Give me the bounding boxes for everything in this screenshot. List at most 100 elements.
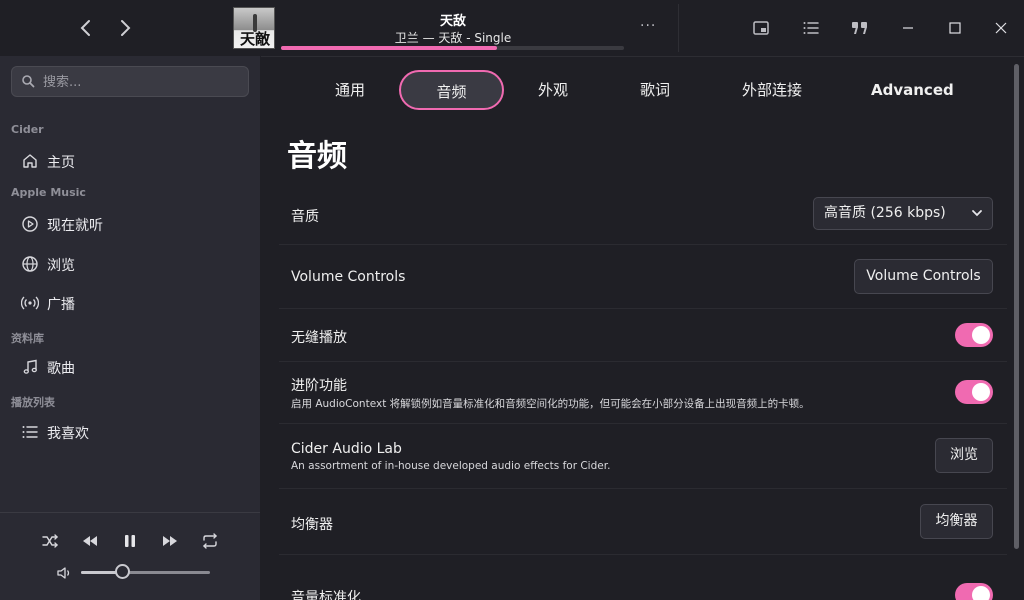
setting-row-audio-lab: Cider Audio Lab An assortment of in-hous… [279, 424, 1007, 489]
page-title: 音频 [287, 139, 347, 174]
lyrics-button[interactable] [850, 18, 870, 38]
miniplayer-button[interactable] [751, 18, 771, 38]
window-maximize-button[interactable] [940, 14, 970, 42]
top-bar: 天敵 天敌 卫兰 — 天敌 - Single ··· [0, 0, 1024, 56]
sidebar-item-listen-now[interactable]: 现在就听 [11, 208, 249, 240]
sidebar-item-label: 浏览 [47, 258, 75, 274]
volume-slider-thumb[interactable] [115, 564, 131, 579]
tab-connectivity[interactable]: 外部连接 [738, 70, 806, 110]
section-cider: Cider [11, 123, 44, 136]
sidebar-item-browse[interactable]: 浏览 [11, 248, 249, 280]
forward-button[interactable] [113, 14, 137, 42]
playback-controls [0, 512, 260, 600]
chevron-down-icon [971, 198, 983, 241]
globe-icon [22, 256, 38, 272]
settings-tabs: 通用 音频 外观 歌词 外部连接 Advanced [261, 70, 1011, 112]
sidebar-item-songs[interactable]: 歌曲 [11, 351, 249, 383]
next-button[interactable] [160, 531, 180, 551]
main-top-border [261, 56, 1024, 57]
setting-title: 进阶功能 [291, 378, 347, 394]
setting-row-seamless: 无缝播放 [279, 309, 1007, 362]
setting-title: Volume Controls [291, 269, 406, 285]
minimize-icon [903, 27, 913, 29]
track-subtitle[interactable]: 卫兰 — 天敌 - Single [228, 29, 678, 46]
sidebar-item-label: 现在就听 [47, 218, 103, 234]
play-circle-icon [22, 216, 38, 232]
setting-title: Cider Audio Lab [291, 441, 402, 457]
back-button[interactable] [74, 14, 98, 42]
setting-row-equalizer: 均衡器 均衡器 [279, 489, 1007, 555]
audio-lab-browse-button[interactable]: 浏览 [935, 438, 993, 473]
track-title[interactable]: 天敌 [228, 10, 678, 29]
radio-icon [21, 296, 39, 310]
setting-row-volume-controls: Volume Controls Volume Controls [279, 245, 1007, 309]
section-playlists: 播放列表 [11, 396, 55, 409]
quote-icon [852, 22, 867, 34]
tab-appearance[interactable]: 外观 [535, 70, 571, 110]
quality-select[interactable]: 高音质 (256 kbps) [813, 197, 993, 230]
setting-row-normalization: 音量标准化 [279, 555, 1007, 600]
progress-bar[interactable] [281, 46, 624, 50]
setting-description: 启用 AudioContext 将解锁例如音量标准化和音频空间化的功能，但可能会… [291, 398, 810, 410]
sidebar-item-radio[interactable]: 广播 [11, 287, 249, 319]
miniplayer-icon [753, 21, 769, 35]
setting-description: An assortment of in-house developed audi… [291, 460, 611, 472]
rewind-icon [83, 536, 97, 546]
sidebar-item-label: 歌曲 [47, 361, 75, 377]
window-close-button[interactable] [986, 14, 1016, 42]
tab-lyrics[interactable]: 歌词 [637, 70, 673, 110]
repeat-icon [203, 533, 217, 549]
pause-button[interactable] [120, 531, 140, 551]
more-button[interactable]: ··· [640, 18, 656, 34]
sidebar-item-label: 我喜欢 [47, 426, 89, 442]
tab-audio[interactable]: 音频 [399, 70, 504, 110]
sidebar: Cider 主页 Apple Music 现在就听 浏览 广播 资料库 歌曲 播… [0, 56, 260, 600]
equalizer-button[interactable]: 均衡器 [920, 504, 993, 539]
advanced-toggle[interactable] [955, 380, 993, 404]
list-icon [803, 22, 819, 34]
volume-slider[interactable] [81, 571, 210, 574]
pause-icon [125, 535, 135, 547]
toggle-knob [972, 383, 990, 401]
music-note-icon [23, 359, 37, 374]
seamless-toggle[interactable] [955, 323, 993, 347]
volume-icon[interactable] [55, 564, 73, 582]
section-library: 资料库 [11, 332, 44, 345]
search-box[interactable] [11, 66, 249, 97]
sidebar-item-label: 主页 [47, 155, 75, 171]
queue-button[interactable] [801, 18, 821, 38]
maximize-icon [949, 22, 961, 34]
sidebar-item-label: 广播 [47, 297, 75, 313]
search-icon [22, 75, 35, 88]
playlist-icon [22, 426, 38, 438]
toggle-knob [972, 586, 990, 600]
normalization-toggle[interactable] [955, 583, 993, 600]
shuffle-button[interactable] [40, 531, 60, 551]
sidebar-item-home[interactable]: 主页 [11, 145, 249, 177]
fast-forward-icon [163, 536, 177, 546]
repeat-button[interactable] [200, 531, 220, 551]
search-input[interactable] [43, 72, 243, 92]
volume-controls-button[interactable]: Volume Controls [854, 259, 993, 294]
setting-title: 无缝播放 [291, 330, 347, 346]
shuffle-icon [42, 534, 58, 548]
section-apple-music: Apple Music [11, 186, 86, 199]
progress-fill [281, 46, 498, 50]
chevron-left-icon [80, 20, 90, 36]
now-playing: 天敵 天敌 卫兰 — 天敌 - Single ··· [228, 0, 678, 56]
sidebar-item-favorites[interactable]: 我喜欢 [11, 416, 249, 448]
window-minimize-button[interactable] [893, 14, 923, 42]
settings-main: 通用 音频 外观 歌词 外部连接 Advanced 音频 音质 高音质 (256… [261, 56, 1024, 600]
tab-advanced[interactable]: Advanced [871, 70, 954, 110]
quality-select-value: 高音质 (256 kbps) [824, 205, 946, 221]
topbar-divider [678, 4, 679, 52]
tab-general[interactable]: 通用 [331, 70, 369, 110]
main-scrollbar[interactable] [1014, 64, 1019, 549]
setting-title: 音量标准化 [291, 590, 361, 600]
toggle-knob [972, 326, 990, 344]
setting-title: 均衡器 [291, 517, 333, 533]
chevron-right-icon [121, 20, 131, 36]
setting-title: 音质 [291, 209, 319, 225]
previous-button[interactable] [80, 531, 100, 551]
setting-row-quality: 音质 高音质 (256 kbps) [279, 182, 1007, 245]
